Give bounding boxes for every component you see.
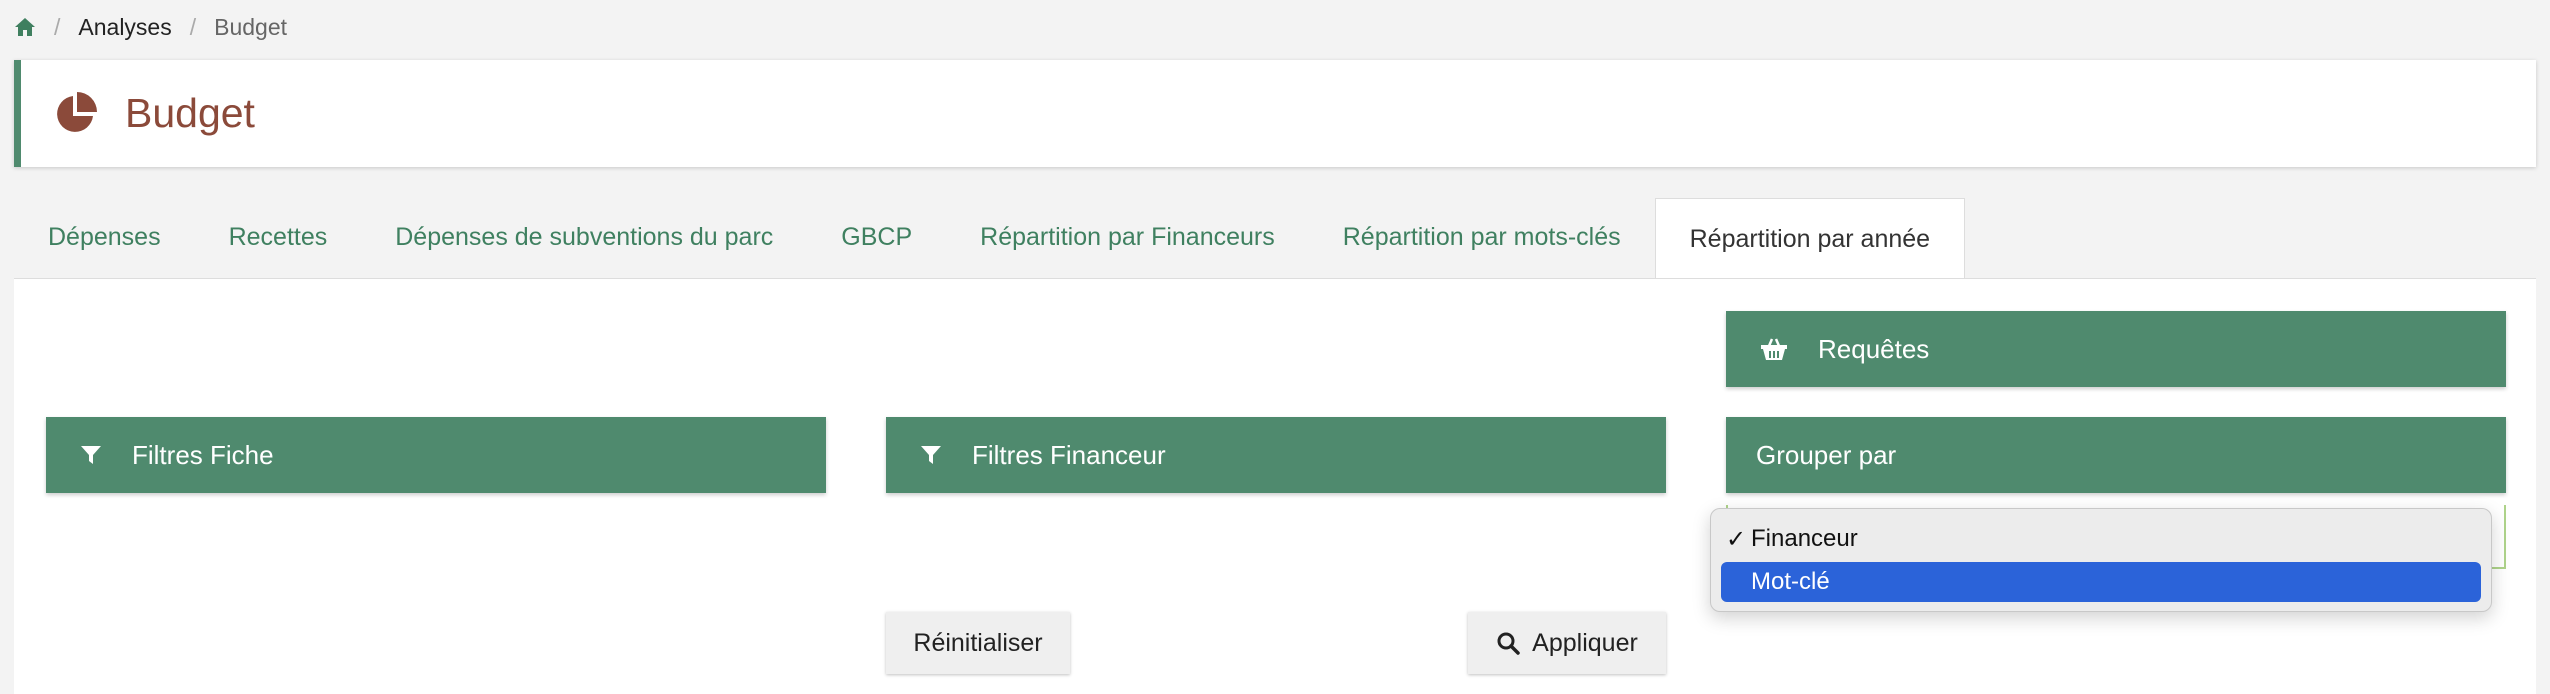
breadcrumb: / Analyses / Budget: [14, 12, 287, 42]
filtres-fiche-panel[interactable]: Filtres Fiche: [46, 417, 826, 493]
option-label: Mot-clé: [1751, 568, 1830, 595]
breadcrumb-separator: /: [189, 13, 197, 40]
requetes-panel[interactable]: Requêtes: [1726, 311, 2506, 387]
breadcrumb-separator: /: [54, 13, 61, 40]
breadcrumb-budget: Budget: [214, 13, 288, 40]
basket-icon: [1760, 337, 1788, 361]
checkmark-icon: ✓: [1725, 525, 1747, 553]
filtres-financeur-label: Filtres Financeur: [972, 439, 1166, 470]
tab-gbcp[interactable]: GBCP: [807, 197, 946, 278]
tab-bar: Dépenses Recettes Dépenses de subvention…: [14, 197, 1966, 279]
tab-depenses[interactable]: Dépenses: [14, 197, 195, 278]
page-title: Budget: [125, 90, 255, 136]
search-icon: [1496, 631, 1520, 655]
pie-chart-icon: [53, 91, 97, 136]
reset-label: Réinitialiser: [913, 628, 1043, 657]
grouper-par-panel: Grouper par: [1726, 417, 2506, 493]
tab-depenses-subventions[interactable]: Dépenses de subventions du parc: [361, 197, 807, 278]
grouper-par-label: Grouper par: [1756, 439, 1897, 470]
breadcrumb-analyses[interactable]: Analyses: [78, 14, 171, 41]
reset-button[interactable]: Réinitialiser: [886, 612, 1070, 674]
group-by-dropdown: ✓ Financeur Mot-clé: [1710, 508, 2492, 612]
option-financeur[interactable]: ✓ Financeur: [1721, 519, 2481, 559]
option-mot-cle[interactable]: Mot-clé: [1721, 562, 2481, 602]
filter-icon: [80, 444, 102, 466]
page-header: Budget: [14, 60, 2536, 167]
option-label: Financeur: [1751, 525, 1858, 552]
tab-repartition-financeurs[interactable]: Répartition par Financeurs: [946, 197, 1309, 278]
filtres-financeur-panel[interactable]: Filtres Financeur: [886, 417, 1666, 493]
filter-icon: [920, 444, 942, 466]
apply-label: Appliquer: [1532, 628, 1638, 657]
apply-button[interactable]: Appliquer: [1468, 612, 1666, 674]
tab-repartition-mots-cles[interactable]: Répartition par mots-clés: [1309, 197, 1655, 278]
tab-repartition-annee[interactable]: Répartition par année: [1654, 198, 1966, 279]
requetes-label: Requêtes: [1818, 333, 1930, 364]
home-icon[interactable]: [14, 17, 36, 37]
tab-recettes[interactable]: Recettes: [195, 197, 362, 278]
filtres-fiche-label: Filtres Fiche: [132, 439, 274, 470]
